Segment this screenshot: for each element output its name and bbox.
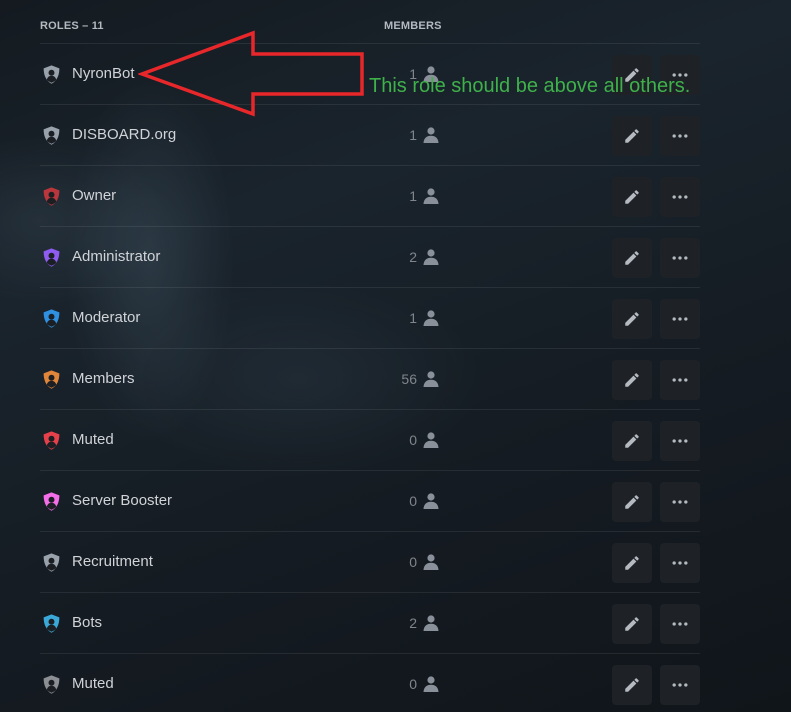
pencil-icon bbox=[623, 188, 641, 206]
pencil-icon bbox=[623, 432, 641, 450]
role-name: Muted bbox=[72, 431, 114, 448]
ellipsis-icon bbox=[670, 187, 690, 207]
person-icon bbox=[422, 309, 440, 327]
pencil-icon bbox=[623, 127, 641, 145]
shield-person-icon bbox=[41, 613, 62, 634]
more-options-button[interactable] bbox=[660, 360, 700, 400]
role-name: Server Booster bbox=[72, 492, 173, 509]
role-row[interactable]: Bots 2 bbox=[40, 593, 700, 654]
pencil-icon bbox=[623, 554, 641, 572]
role-row[interactable]: Recruitment 0 bbox=[40, 532, 700, 593]
role-name: DISBOARD.org bbox=[72, 126, 177, 143]
roles-count-label: ROLES – 11 bbox=[40, 20, 104, 32]
pencil-icon bbox=[623, 371, 641, 389]
more-options-button[interactable] bbox=[660, 421, 700, 461]
edit-role-button[interactable] bbox=[612, 360, 652, 400]
ellipsis-icon bbox=[670, 126, 690, 146]
more-options-button[interactable] bbox=[660, 604, 700, 644]
person-icon bbox=[422, 248, 440, 266]
members-column-label: MEMBERS bbox=[384, 20, 442, 32]
shield-person-icon bbox=[41, 552, 62, 573]
pencil-icon bbox=[623, 615, 641, 633]
edit-role-button[interactable] bbox=[612, 177, 652, 217]
role-name: Moderator bbox=[72, 309, 141, 326]
person-icon bbox=[422, 492, 440, 510]
ellipsis-icon bbox=[670, 248, 690, 268]
member-count: 2 bbox=[409, 249, 417, 265]
person-icon bbox=[422, 431, 440, 449]
pencil-icon bbox=[623, 310, 641, 328]
edit-role-button[interactable] bbox=[612, 665, 652, 705]
shield-person-icon bbox=[41, 674, 62, 695]
member-count: 0 bbox=[409, 432, 417, 448]
edit-role-button[interactable] bbox=[612, 421, 652, 461]
more-options-button[interactable] bbox=[660, 238, 700, 278]
member-count: 0 bbox=[409, 493, 417, 509]
role-name: Recruitment bbox=[72, 553, 153, 570]
ellipsis-icon bbox=[670, 675, 690, 695]
more-options-button[interactable] bbox=[660, 116, 700, 156]
pencil-icon bbox=[623, 676, 641, 694]
edit-role-button[interactable] bbox=[612, 604, 652, 644]
more-options-button[interactable] bbox=[660, 543, 700, 583]
ellipsis-icon bbox=[670, 614, 690, 634]
member-count: 0 bbox=[409, 554, 417, 570]
role-name: Administrator bbox=[72, 248, 161, 265]
role-name: Bots bbox=[72, 614, 103, 631]
person-icon bbox=[422, 370, 440, 388]
annotation-text: This role should be above all others. bbox=[369, 75, 691, 97]
role-row[interactable]: Muted 0 bbox=[40, 410, 700, 471]
person-icon bbox=[422, 126, 440, 144]
pencil-icon bbox=[623, 493, 641, 511]
edit-role-button[interactable] bbox=[612, 299, 652, 339]
role-name: Owner bbox=[72, 187, 117, 204]
member-count: 2 bbox=[409, 615, 417, 631]
ellipsis-icon bbox=[670, 431, 690, 451]
role-name: NyronBot bbox=[72, 65, 135, 82]
ellipsis-icon bbox=[670, 309, 690, 329]
more-options-button[interactable] bbox=[660, 482, 700, 522]
role-name: Muted bbox=[72, 675, 114, 692]
pencil-icon bbox=[623, 249, 641, 267]
role-row[interactable]: Server Booster 0 bbox=[40, 471, 700, 532]
role-row[interactable]: Owner 1 bbox=[40, 166, 700, 227]
ellipsis-icon bbox=[670, 492, 690, 512]
shield-person-icon bbox=[41, 247, 62, 268]
member-count: 1 bbox=[409, 188, 417, 204]
person-icon bbox=[422, 187, 440, 205]
edit-role-button[interactable] bbox=[612, 543, 652, 583]
person-icon bbox=[422, 675, 440, 693]
more-options-button[interactable] bbox=[660, 299, 700, 339]
annotation-arrow bbox=[138, 30, 364, 117]
shield-person-icon bbox=[41, 491, 62, 512]
member-count: 1 bbox=[409, 310, 417, 326]
shield-person-icon bbox=[41, 430, 62, 451]
shield-person-icon bbox=[41, 125, 62, 146]
shield-person-icon bbox=[41, 308, 62, 329]
role-row[interactable]: Moderator 1 bbox=[40, 288, 700, 349]
role-row[interactable]: Muted 0 bbox=[40, 654, 700, 712]
more-options-button[interactable] bbox=[660, 177, 700, 217]
member-count: 0 bbox=[409, 676, 417, 692]
edit-role-button[interactable] bbox=[612, 482, 652, 522]
ellipsis-icon bbox=[670, 370, 690, 390]
member-count: 1 bbox=[409, 127, 417, 143]
person-icon bbox=[422, 614, 440, 632]
shield-person-icon bbox=[41, 186, 62, 207]
edit-role-button[interactable] bbox=[612, 238, 652, 278]
person-icon bbox=[422, 553, 440, 571]
role-name: Members bbox=[72, 370, 135, 387]
shield-person-icon bbox=[41, 64, 62, 85]
roles-list: NyronBot 1 DISBOARD.org 1 Owner 1 Admini… bbox=[40, 44, 700, 712]
role-row[interactable]: Members 56 bbox=[40, 349, 700, 410]
more-options-button[interactable] bbox=[660, 665, 700, 705]
ellipsis-icon bbox=[670, 553, 690, 573]
member-count: 56 bbox=[401, 371, 417, 387]
shield-person-icon bbox=[41, 369, 62, 390]
role-row[interactable]: Administrator 2 bbox=[40, 227, 700, 288]
edit-role-button[interactable] bbox=[612, 116, 652, 156]
